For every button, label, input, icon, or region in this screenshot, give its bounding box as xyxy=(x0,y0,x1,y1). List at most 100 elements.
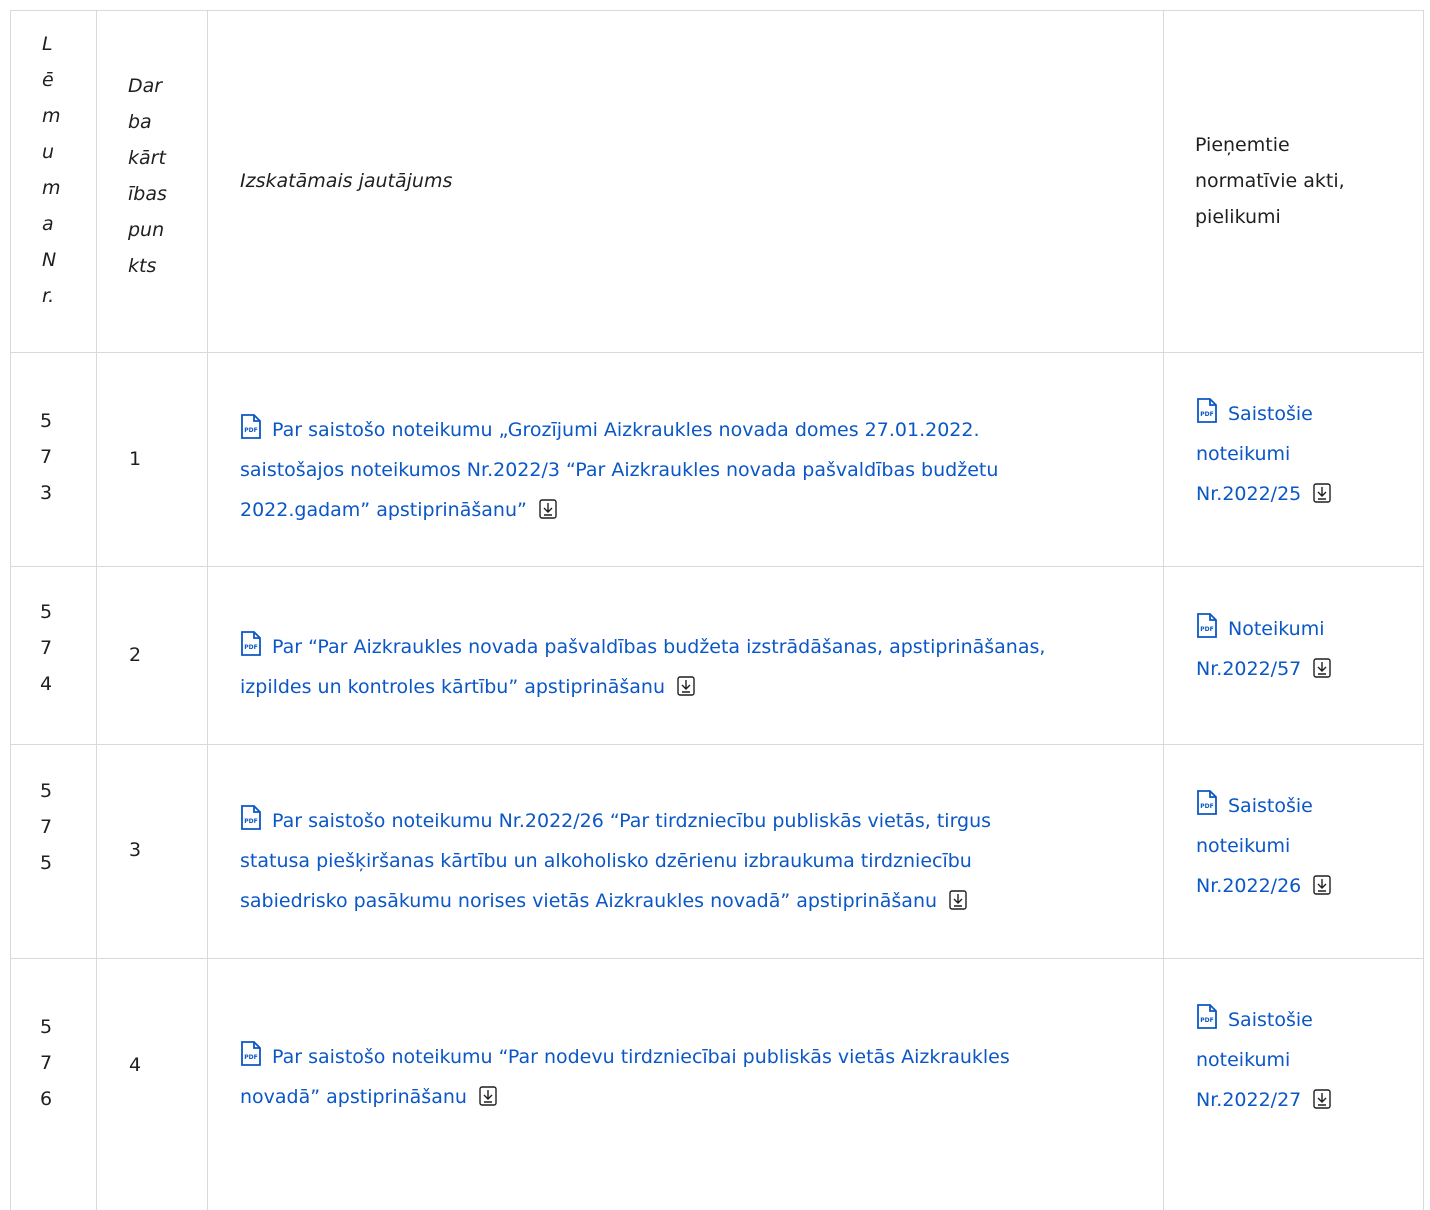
link-text: Noteikumi xyxy=(1228,618,1325,640)
download-icon[interactable] xyxy=(677,676,695,696)
digit: 5 xyxy=(40,852,53,874)
question-link[interactable]: PDF Par saistošo noteikumu „Grozījumi Aiz… xyxy=(240,414,999,521)
pdf-file-icon: PDF xyxy=(1197,398,1217,423)
link-text: Nr.2022/57 xyxy=(1196,658,1302,680)
download-icon[interactable] xyxy=(1313,658,1331,678)
digit: 5 xyxy=(40,601,53,623)
digit: 7 xyxy=(40,1052,53,1074)
link-text: izpildes un kontroles kārtību” apstiprin… xyxy=(240,676,666,698)
row-divider xyxy=(10,10,1424,11)
header-text: r. xyxy=(42,285,55,307)
link-text: sabiedrisko pasākumu norises vietās Aizk… xyxy=(240,890,938,912)
link-text: Saistošie xyxy=(1228,403,1313,425)
decision-number: 5 7 5 xyxy=(10,773,96,881)
link-text: Nr.2022/26 xyxy=(1196,875,1302,897)
row-divider xyxy=(10,352,1424,353)
download-icon[interactable] xyxy=(949,890,967,910)
link-text: 2022.gadam” apstiprināšanu” xyxy=(240,499,527,521)
svg-text:PDF: PDF xyxy=(1200,626,1213,633)
header-text: ba xyxy=(128,111,152,133)
digit: 5 xyxy=(40,1016,53,1038)
link-text: Nr.2022/27 xyxy=(1196,1089,1302,1111)
link-text: saistošajos noteikumos Nr.2022/3 “Par Ai… xyxy=(240,459,999,481)
pdf-file-icon: PDF xyxy=(1197,790,1217,815)
digit: 5 xyxy=(40,410,53,432)
download-icon[interactable] xyxy=(1313,1089,1331,1109)
header-agenda-point: Dar ba kārt ības pun kts xyxy=(96,68,207,284)
header-text: pun xyxy=(128,219,165,241)
row-divider xyxy=(10,958,1424,959)
link-text: noteikumi xyxy=(1196,443,1291,465)
header-text: N xyxy=(42,249,57,271)
header-text: Pieņemtie xyxy=(1195,134,1290,156)
decision-number: 5 7 4 xyxy=(10,594,96,702)
header-text: ē xyxy=(42,69,54,91)
digit: 7 xyxy=(40,446,53,468)
agenda-point: 1 xyxy=(129,448,142,470)
svg-text:PDF: PDF xyxy=(1200,803,1213,810)
download-icon[interactable] xyxy=(1313,875,1331,895)
svg-text:PDF: PDF xyxy=(1200,411,1213,418)
link-text: noteikumi xyxy=(1196,835,1291,857)
link-text: Nr.2022/25 xyxy=(1196,483,1302,505)
decision-number: 5 7 6 xyxy=(10,1009,96,1117)
question-link[interactable]: PDF Par saistošo noteikumu “Par nodevu ti… xyxy=(240,1041,1010,1108)
row-divider xyxy=(10,744,1424,745)
svg-text:PDF: PDF xyxy=(244,644,257,651)
download-icon[interactable] xyxy=(539,499,557,519)
question-cell: PDF Par saistošo noteikumu “Par nodevu ti… xyxy=(207,1037,1163,1117)
header-text: Dar xyxy=(128,75,163,97)
act-cell: PDF Saistošie noteikumi Nr.2022/26 xyxy=(1163,786,1424,906)
link-text: Par saistošo noteikumu Nr.2022/26 “Par t… xyxy=(272,810,992,832)
header-text: L xyxy=(42,33,53,55)
pdf-file-icon: PDF xyxy=(1197,613,1217,638)
act-link[interactable]: PDF Saistošie noteikumi Nr.2022/26 xyxy=(1196,790,1313,897)
svg-text:PDF: PDF xyxy=(244,818,257,825)
link-text: novadā” apstiprināšanu xyxy=(240,1086,467,1108)
header-text: m xyxy=(42,105,61,127)
link-text: Saistošie xyxy=(1228,795,1313,817)
header-text: kts xyxy=(128,255,157,277)
agenda-point: 2 xyxy=(129,644,142,666)
pdf-file-icon: PDF xyxy=(241,805,261,830)
act-link[interactable]: PDF Noteikumi Nr.2022/57 xyxy=(1196,613,1325,680)
svg-text:PDF: PDF xyxy=(244,1054,257,1061)
agenda-point: 3 xyxy=(129,839,142,861)
digit: 3 xyxy=(40,482,53,504)
header-adopted-acts: Pieņemtie normatīvie akti, pielikumi xyxy=(1163,127,1424,235)
header-text: u xyxy=(42,141,55,163)
download-icon[interactable] xyxy=(479,1086,497,1106)
act-link[interactable]: PDF Saistošie noteikumi Nr.2022/27 xyxy=(1196,1004,1313,1111)
link-text: Par “Par Aizkraukles novada pašvaldības … xyxy=(272,636,1046,658)
header-text: kārt xyxy=(128,147,166,169)
header-question: Izskatāmais jautājums xyxy=(240,170,453,192)
link-text: statusa piešķiršanas kārtību un alkoholi… xyxy=(240,850,972,872)
act-cell: PDF Saistošie noteikumi Nr.2022/25 xyxy=(1163,394,1424,514)
header-text: ības xyxy=(128,183,167,205)
header-text: m xyxy=(42,177,61,199)
pdf-file-icon: PDF xyxy=(241,414,261,439)
question-cell: PDF Par “Par Aizkraukles novada pašvaldīb… xyxy=(207,627,1163,707)
header-text: normatīvie akti, xyxy=(1195,170,1345,192)
svg-text:PDF: PDF xyxy=(1200,1017,1213,1024)
question-cell: PDF Par saistošo noteikumu „Grozījumi Aiz… xyxy=(207,410,1163,530)
pdf-file-icon: PDF xyxy=(241,631,261,656)
link-text: Saistošie xyxy=(1228,1009,1313,1031)
question-link[interactable]: PDF Par “Par Aizkraukles novada pašvaldīb… xyxy=(240,631,1046,698)
pdf-file-icon: PDF xyxy=(241,1041,261,1066)
act-cell: PDF Saistošie noteikumi Nr.2022/27 xyxy=(1163,1000,1424,1120)
decision-number: 5 7 3 xyxy=(10,403,96,511)
act-cell: PDF Noteikumi Nr.2022/57 xyxy=(1163,609,1424,689)
header-decision-number: L ē m u m a N r. xyxy=(10,26,96,314)
digit: 4 xyxy=(40,673,53,695)
row-divider xyxy=(10,566,1424,567)
act-link[interactable]: PDF Saistošie noteikumi Nr.2022/25 xyxy=(1196,398,1313,505)
digit: 6 xyxy=(40,1088,53,1110)
question-link[interactable]: PDF Par saistošo noteikumu Nr.2022/26 “Pa… xyxy=(240,805,992,912)
download-icon[interactable] xyxy=(1313,483,1331,503)
header-text: a xyxy=(42,213,54,235)
link-text: Par saistošo noteikumu „Grozījumi Aizkra… xyxy=(272,419,980,441)
pdf-file-icon: PDF xyxy=(1197,1004,1217,1029)
decisions-table: L ē m u m a N r. Dar ba kārt ības pun kt… xyxy=(10,10,1424,1210)
digit: 7 xyxy=(40,816,53,838)
